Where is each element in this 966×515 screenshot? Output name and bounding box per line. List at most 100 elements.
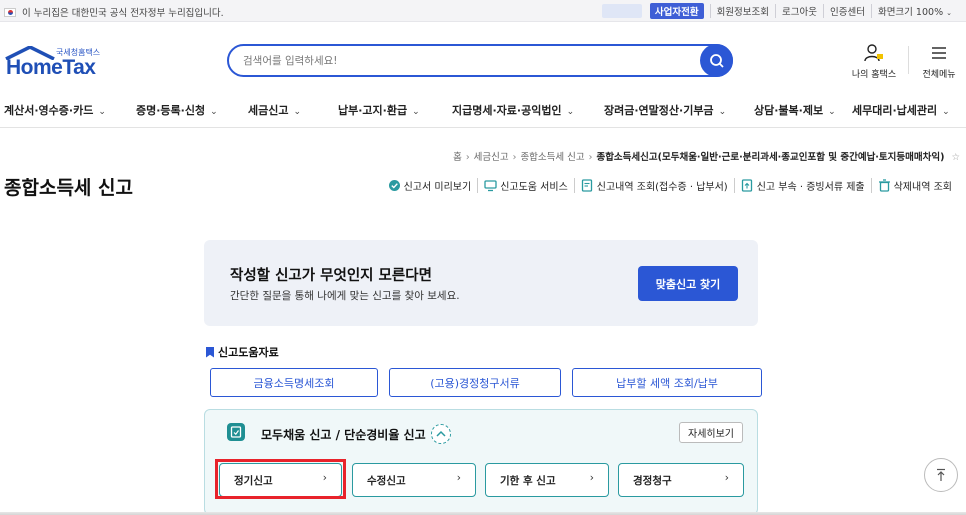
highlight-box bbox=[215, 459, 346, 499]
global-nav: 계산서·영수증·카드 ⌄ 증명·등록·신청 ⌄ 세금신고 ⌄ 납부·고지·환급 ⌄ 지급… bbox=[0, 92, 966, 128]
all-menu-button[interactable]: 전체메뉴 bbox=[912, 42, 966, 80]
attachment-submit-label: 신고 부속 · 증빙서류 제출 bbox=[756, 182, 865, 193]
user-name-blurred bbox=[601, 4, 642, 18]
correction-claim-label: 경정청구 bbox=[633, 475, 672, 487]
breadcrumb-current: 종합소득세신고(모두채움·일반·근로·분리과세·종교인포함 및 중간예납·토지등… bbox=[596, 152, 945, 163]
gnb-item-label: 지급명세·자료·공익법인 bbox=[452, 104, 562, 117]
gnb-item-label: 증명·등록·신청 bbox=[136, 104, 206, 117]
trash-icon bbox=[878, 179, 890, 192]
gnb-item-invoice[interactable]: 계산서·영수증·카드 ⌄ bbox=[4, 102, 106, 118]
scroll-top-button[interactable] bbox=[924, 458, 958, 492]
business-switch-button[interactable]: 사업자전환 bbox=[649, 3, 704, 19]
breadcrumb-separator: › bbox=[465, 152, 470, 163]
gnb-item-payment[interactable]: 납부·고지·환급 ⌄ bbox=[338, 102, 420, 118]
my-hometax-button[interactable]: 나의 홈택스 bbox=[846, 42, 902, 80]
deleted-history-label: 삭제내역 조회 bbox=[893, 182, 952, 193]
gnb-item-label: 상담·불복·제보 bbox=[754, 104, 824, 117]
search-button[interactable] bbox=[700, 44, 733, 77]
gnb-item-label: 세금신고 bbox=[248, 104, 289, 117]
search-input[interactable] bbox=[243, 51, 683, 71]
gnb-item-label: 납부·고지·환급 bbox=[338, 104, 408, 117]
gnb-item-label: 계산서·영수증·카드 bbox=[4, 104, 94, 117]
view-details-button[interactable]: 자세히보기 bbox=[679, 422, 743, 443]
scroll-top-icon bbox=[937, 468, 945, 481]
my-hometax-label: 나의 홈택스 bbox=[851, 70, 897, 80]
chevron-down-icon: ⌄ bbox=[828, 107, 836, 117]
preview-return-link[interactable]: 신고서 미리보기 bbox=[382, 178, 478, 193]
preview-return-label: 신고서 미리보기 bbox=[403, 182, 472, 193]
korea-flag-icon bbox=[4, 7, 16, 17]
page-title: 종합소득세 신고 bbox=[4, 177, 133, 199]
chevron-down-icon: ⌄ bbox=[293, 107, 302, 117]
screen-size-dropdown[interactable]: 화면크기 100% ⌄ bbox=[870, 4, 958, 18]
cert-center-link[interactable]: 인증센터 bbox=[822, 4, 871, 18]
panel-title-text: 모두채움 신고 / 단순경비율 신고 bbox=[261, 427, 426, 442]
chevron-right-icon: › bbox=[724, 472, 729, 484]
screen-size-label: 화면크기 100% bbox=[877, 7, 944, 18]
page-actions: 신고서 미리보기 신고도움 서비스 신고내역 조회(접수증 · 납부서) 신고 … bbox=[382, 178, 958, 193]
hometax-logo[interactable]: 국세청홈택스 HomeTax bbox=[4, 40, 114, 80]
gnb-item-consult[interactable]: 상담·불복·제보 ⌄ bbox=[754, 102, 836, 118]
breadcrumb-level1[interactable]: 세금신고 bbox=[474, 152, 509, 163]
guide-subtitle: 간단한 질문을 통해 나에게 맞는 신고를 찾아 보세요. bbox=[230, 290, 460, 302]
breadcrumb-level2[interactable]: 종합소득세 신고 bbox=[520, 152, 584, 163]
member-info-link[interactable]: 회원정보조회 bbox=[709, 4, 775, 18]
gnb-item-label: 세무대리·납세관리 bbox=[852, 104, 938, 117]
deleted-history-link[interactable]: 삭제내역 조회 bbox=[870, 178, 958, 193]
help-service-link[interactable]: 신고도움 서비스 bbox=[477, 178, 574, 193]
top-utility-bar: 이 누리집은 대한민국 공식 전자정부 누리집입니다. 사업자전환 회원정보조회… bbox=[0, 0, 966, 22]
bookmark-icon bbox=[206, 346, 214, 358]
gnb-item-agent[interactable]: 세무대리·납세관리 ⌄ bbox=[852, 102, 950, 118]
breadcrumb-separator: › bbox=[512, 152, 517, 163]
chevron-down-icon: ⌄ bbox=[412, 107, 420, 117]
star-icon[interactable]: ☆ bbox=[951, 152, 960, 163]
breadcrumb-separator: › bbox=[588, 152, 593, 163]
correction-claim-button[interactable]: 경정청구 › bbox=[618, 463, 744, 497]
late-return-button[interactable]: 기한 후 신고 › bbox=[485, 463, 609, 497]
chevron-down-icon: ⌄ bbox=[942, 107, 950, 117]
attachment-submit-link[interactable]: 신고 부속 · 증빙서류 제출 bbox=[733, 178, 871, 193]
document-icon bbox=[227, 423, 245, 441]
chevron-down-icon: ⌄ bbox=[210, 107, 218, 117]
document-search-icon bbox=[581, 179, 592, 192]
gnb-item-statements[interactable]: 지급명세·자료·공익법인 ⌄ bbox=[452, 102, 574, 118]
tax-payment-lookup-button[interactable]: 납부할 세액 조회/납부 bbox=[572, 368, 762, 397]
search-icon bbox=[709, 53, 724, 68]
gnb-item-incentive[interactable]: 장려금·연말정산·기부금 ⌄ bbox=[604, 102, 726, 118]
collapse-button[interactable] bbox=[430, 424, 451, 444]
amended-return-label: 수정신고 bbox=[367, 475, 406, 487]
gnb-item-tax-return[interactable]: 세금신고 ⌄ bbox=[248, 102, 301, 118]
search-bar bbox=[227, 44, 733, 77]
custom-return-guide: 작성할 신고가 무엇인지 모른다면 간단한 질문을 통해 나에게 맞는 신고를 … bbox=[204, 240, 758, 326]
breadcrumb: 홈 › 세금신고 › 종합소득세 신고 › 종합소득세신고(모두채움·일반·근로·분리과세·… bbox=[453, 149, 960, 163]
document-upload-icon bbox=[741, 179, 752, 192]
logout-link[interactable]: 로그아웃 bbox=[775, 4, 823, 18]
find-custom-return-button[interactable]: 맞춤신고 찾기 bbox=[638, 266, 738, 301]
chevron-down-icon: ⌄ bbox=[566, 107, 575, 117]
late-return-label: 기한 후 신고 bbox=[500, 475, 556, 487]
breadcrumb-home[interactable]: 홈 bbox=[453, 152, 462, 163]
all-menu-label: 전체메뉴 bbox=[922, 70, 956, 80]
filing-history-link[interactable]: 신고내역 조회(접수증 · 납부서) bbox=[573, 178, 734, 193]
chevron-up-icon bbox=[436, 430, 446, 437]
check-circle-icon bbox=[388, 180, 400, 191]
monitor-icon bbox=[484, 180, 497, 192]
chevron-right-icon: › bbox=[589, 472, 594, 484]
help-materials-heading: 신고도움자료 bbox=[206, 344, 279, 360]
chevron-down-icon: ⌄ bbox=[718, 107, 727, 117]
chevron-down-icon: ⌄ bbox=[98, 107, 106, 117]
financial-income-lookup-button[interactable]: 금융소득명세조회 bbox=[210, 368, 378, 397]
hamburger-icon bbox=[932, 47, 946, 59]
correction-claim-docs-button[interactable]: (고용)경정청구서류 bbox=[389, 368, 561, 397]
filing-history-label: 신고내역 조회(접수증 · 납부서) bbox=[596, 182, 728, 193]
gnb-item-certificate[interactable]: 증명·등록·신청 ⌄ bbox=[136, 102, 218, 118]
gov-notice-text: 이 누리집은 대한민국 공식 전자정부 누리집입니다. bbox=[22, 8, 224, 19]
chevron-right-icon: › bbox=[456, 472, 461, 484]
chevron-down-icon: ⌄ bbox=[946, 9, 952, 17]
guide-title: 작성할 신고가 무엇인지 모른다면 bbox=[230, 268, 432, 284]
gov-notice: 이 누리집은 대한민국 공식 전자정부 누리집입니다. bbox=[4, 5, 224, 19]
gnb-item-label: 장려금·연말정산·기부금 bbox=[604, 104, 714, 117]
header-divider bbox=[908, 46, 909, 74]
amended-return-button[interactable]: 수정신고 › bbox=[352, 463, 476, 497]
help-materials-title: 신고도움자료 bbox=[218, 346, 279, 359]
